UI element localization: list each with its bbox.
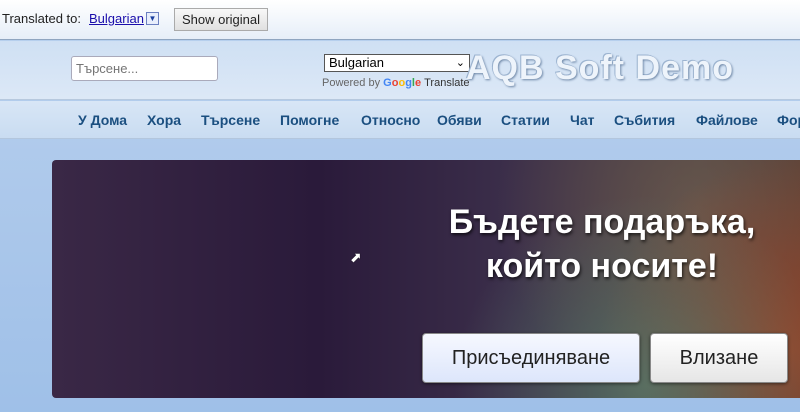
show-original-button[interactable]: Show original xyxy=(174,8,268,31)
nav-people[interactable]: Хора xyxy=(147,112,181,128)
nav-files[interactable]: Файлове xyxy=(696,112,758,128)
language-select-value: Bulgarian xyxy=(329,55,384,70)
nav-articles[interactable]: Статии xyxy=(501,112,550,128)
language-link[interactable]: Bulgarian xyxy=(89,11,144,26)
main-nav: У Дома Хора Търсене Помогне Относно Обяв… xyxy=(0,101,800,139)
site-header: Bulgarian ⌄ Powered by GoogleTranslate AQ… xyxy=(0,41,800,100)
mouse-cursor-icon: ⬈ xyxy=(350,249,362,265)
chevron-down-icon: ⌄ xyxy=(455,57,465,69)
nav-about[interactable]: Относно xyxy=(361,112,420,128)
nav-events[interactable]: Събития xyxy=(614,112,675,128)
nav-classifieds[interactable]: Обяви xyxy=(437,112,482,128)
language-dropdown-icon[interactable]: ▼ xyxy=(146,12,159,25)
powered-by-google: Powered by Google Translate xyxy=(322,77,470,89)
powered-by-label: Powered by xyxy=(322,77,381,89)
nav-home[interactable]: У Дома xyxy=(78,112,127,128)
language-select[interactable]: Bulgarian ⌄ xyxy=(324,54,470,72)
hero-line-1: Бъдете подаръка, xyxy=(448,203,756,241)
google-logo: Google xyxy=(383,77,422,89)
translate-link[interactable]: Translate xyxy=(424,77,469,89)
translated-to-label: Translated to: xyxy=(2,11,82,26)
join-button[interactable]: Присъединяване xyxy=(422,333,640,383)
hero-heading: Бъдете подаръка, който носите! xyxy=(392,200,800,288)
site-logo[interactable]: AQB Soft Demo xyxy=(466,49,734,88)
hero-banner: Бъдете подаръка, който носите! Присъединя… xyxy=(52,160,800,398)
nav-chat[interactable]: Чат xyxy=(570,112,594,128)
login-button[interactable]: Влизане xyxy=(650,333,788,383)
search-input[interactable] xyxy=(71,56,218,81)
nav-forums[interactable]: Форуми xyxy=(777,112,800,128)
nav-help[interactable]: Помогне xyxy=(280,112,339,128)
translate-bar: Translated to: Bulgarian ▼ Show original xyxy=(0,0,800,40)
hero-line-2: който носите! xyxy=(485,247,719,285)
nav-search[interactable]: Търсене xyxy=(201,112,260,128)
